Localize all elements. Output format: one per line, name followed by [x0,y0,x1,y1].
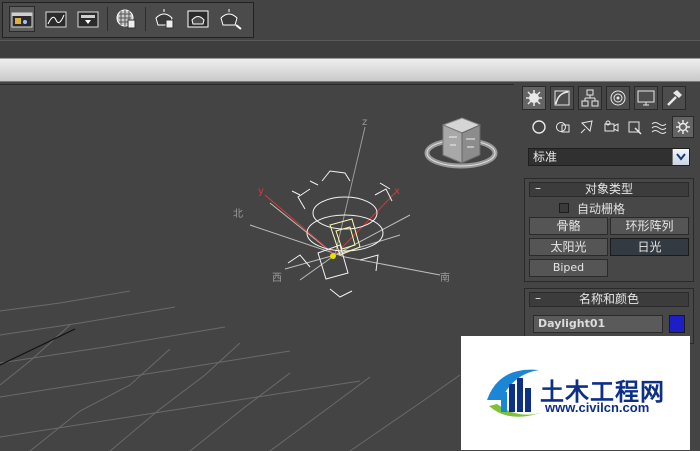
schematic-view-button[interactable] [75,6,101,32]
dropdown-arrow-button[interactable] [672,149,689,165]
autogrid-checkbox-row[interactable]: 自动栅格 [559,201,626,216]
chevron-down-icon [676,153,686,161]
object-type-title: 对象类型 [584,182,633,196]
bones-button[interactable]: 骨骼 [529,217,608,235]
helpers-icon [628,121,642,135]
watermark-url: www.civilcn.com [545,400,650,415]
geometry-icon [532,120,546,134]
grid-axis-line [0,328,76,366]
viewport-canvas [0,117,498,451]
utilities-icon [667,90,682,106]
curve-editor-icon [45,11,67,28]
tab-modify[interactable] [550,86,574,110]
motion-icon [610,90,626,106]
display-icon [637,90,655,106]
toolbar-separator [107,7,108,31]
name-color-rollout-header[interactable]: – 名称和颜色 [529,292,689,307]
command-panel-tabs [520,84,698,112]
compass-north-label: 北 [233,209,243,220]
subtab-geometry[interactable] [528,116,550,138]
category-dropdown-value: 标准 [533,150,558,164]
systems-icon [676,120,690,134]
autogrid-checkbox[interactable] [559,203,569,213]
subtab-lights[interactable] [576,116,598,138]
modify-icon [554,90,570,106]
shapes-icon [556,122,570,133]
render-setup-button[interactable] [151,6,177,32]
axis-z-label: z [362,117,368,128]
object-type-rollout-header[interactable]: – 对象类型 [529,182,689,197]
subtab-cameras[interactable] [600,116,622,138]
viewcube[interactable] [424,117,498,169]
main-toolbar [0,0,700,40]
object-name-field[interactable]: Daylight01 [533,315,663,333]
render-production-button[interactable] [217,6,243,32]
ring-array-button[interactable]: 环形阵列 [610,217,689,235]
toolbar-separator [145,7,146,31]
axis-x-label: x [394,186,400,197]
ribbon-bar [0,58,700,82]
gizmo-center [330,253,336,259]
perspective-viewport[interactable]: 北 南 西 y x z [0,84,514,451]
tab-utilities[interactable] [662,86,686,110]
axis-y-label: y [258,186,264,197]
subtab-helpers[interactable] [624,116,646,138]
daylight-button[interactable]: 日光 [610,238,689,256]
hierarchy-icon [581,89,599,107]
watermark: 土木工程网 www.civilcn.com [461,336,690,450]
material-editor-icon [116,9,136,29]
tab-display[interactable] [634,86,658,110]
autogrid-label: 自动栅格 [577,201,626,216]
render-setup-icon [155,9,174,29]
sunlight-button[interactable]: 太阳光 [529,238,608,256]
tab-hierarchy[interactable] [578,86,602,110]
z-axis-line [334,126,366,256]
subtab-space-warps[interactable] [648,116,670,138]
tab-motion[interactable] [606,86,630,110]
scene-explorer-button[interactable] [9,6,35,32]
name-color-title: 名称和颜色 [578,292,639,306]
toolbar-strip [0,40,700,57]
rendered-frame-window-icon [187,10,209,28]
collapse-icon: – [535,181,541,195]
biped-button[interactable]: Biped [529,259,608,277]
subtab-systems[interactable] [672,116,694,138]
object-color-swatch[interactable] [669,315,685,333]
material-editor-button[interactable] [113,6,139,32]
lights-icon [580,120,593,134]
object-type-rollout: – 对象类型 自动栅格 骨骼 环形阵列 太阳光 日光 Biped [524,178,694,282]
curve-editor-button[interactable] [43,6,69,32]
create-category-tabs [526,116,698,142]
home-grid [0,290,461,451]
rendered-frame-window-button[interactable] [185,6,211,32]
category-dropdown[interactable]: 标准 [528,148,690,166]
compass-south-label: 南 [440,273,450,284]
collapse-icon: – [535,291,541,305]
subtab-shapes[interactable] [552,116,574,138]
schematic-view-icon [77,11,99,28]
tab-create[interactable] [522,86,546,110]
compass-west-label: 西 [272,273,282,284]
space-warps-icon [651,122,667,134]
scene-explorer-icon [11,12,33,28]
cameras-icon [604,120,619,132]
render-production-icon [220,9,242,30]
toolbar-group [2,2,254,38]
create-icon [526,90,542,106]
